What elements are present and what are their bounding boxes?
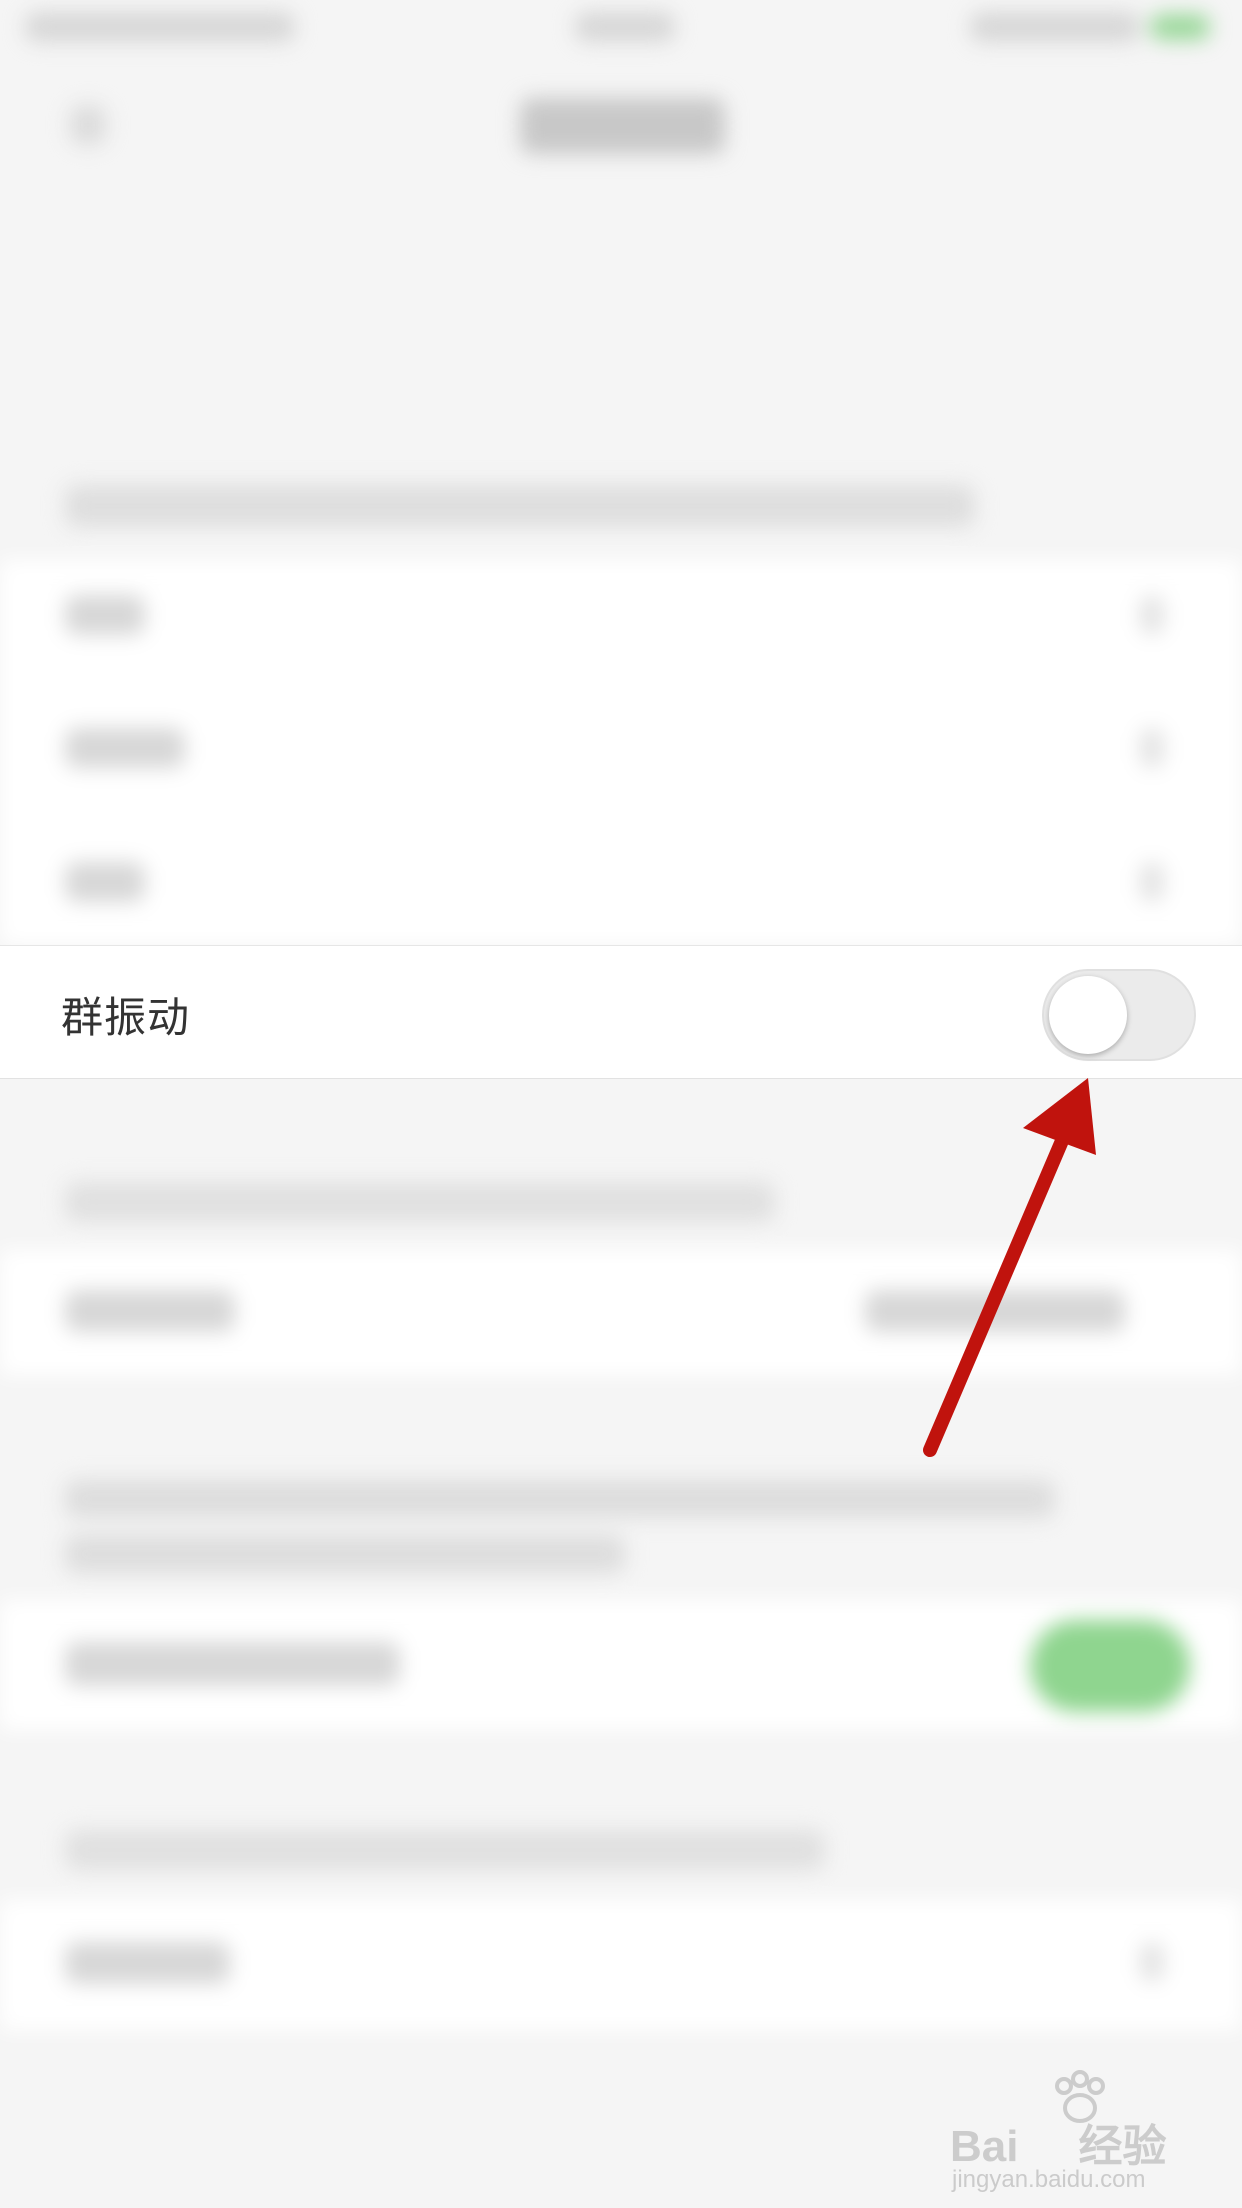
blurred-background bbox=[0, 0, 1242, 2208]
baidu-watermark: Bai 经验 jingyan.baidu.com bbox=[950, 2070, 1190, 2193]
list-item[interactable] bbox=[65, 1290, 235, 1332]
group-vibration-toggle[interactable] bbox=[1042, 969, 1196, 1061]
section-header bbox=[65, 1830, 825, 1870]
section-header bbox=[65, 485, 975, 527]
list-item[interactable] bbox=[65, 862, 145, 902]
screen: 群振动 Bai 经验 jingyan.baidu.com bbox=[0, 0, 1242, 2208]
list-item[interactable] bbox=[65, 728, 185, 768]
watermark-url: jingyan.baidu.com bbox=[952, 2166, 1146, 2193]
chevron-right-icon bbox=[1140, 862, 1164, 902]
group-vibration-label: 群振动 bbox=[61, 993, 191, 1042]
battery-icon bbox=[1150, 14, 1210, 40]
section-header bbox=[65, 1182, 775, 1222]
list-item[interactable] bbox=[65, 1642, 400, 1686]
description-text bbox=[65, 1480, 1055, 1518]
list-item[interactable] bbox=[65, 1942, 230, 1984]
description-text bbox=[65, 1535, 625, 1573]
chevron-right-icon bbox=[1140, 728, 1164, 768]
status-bar-center bbox=[575, 12, 675, 42]
toggle-switch-on[interactable] bbox=[1030, 1620, 1190, 1712]
chevron-right-icon bbox=[1140, 595, 1164, 635]
watermark-brand: Bai 经验 bbox=[950, 2122, 1167, 2171]
group-vibration-row[interactable]: 群振动 bbox=[0, 945, 1242, 1079]
list-item[interactable] bbox=[65, 595, 145, 635]
list-item-value bbox=[865, 1290, 1125, 1332]
chevron-right-icon bbox=[1140, 1942, 1164, 1982]
settings-panel-top bbox=[0, 560, 1242, 945]
nav-title bbox=[520, 98, 725, 154]
back-icon[interactable] bbox=[70, 105, 106, 145]
status-bar-right bbox=[970, 12, 1140, 42]
status-bar-left bbox=[25, 12, 295, 42]
toggle-knob[interactable] bbox=[1049, 976, 1127, 1054]
